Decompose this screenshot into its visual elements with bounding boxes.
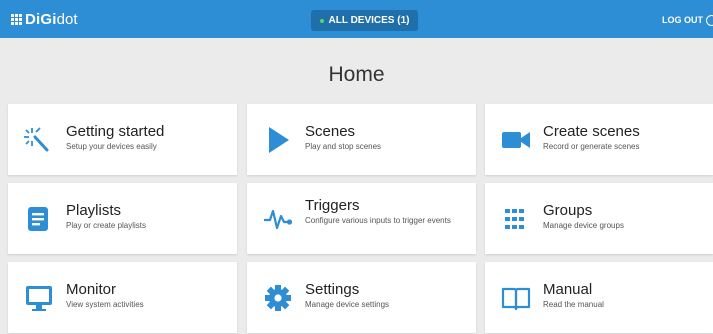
grid-icon — [501, 205, 531, 233]
card-title: Groups — [543, 202, 593, 219]
logo-grid-icon — [11, 13, 22, 25]
all-devices-label: ALL DEVICES (1) — [328, 15, 410, 26]
card-title: Scenes — [305, 123, 356, 140]
card-triggers[interactable]: Triggers Configure various inputs to tri… — [247, 183, 476, 254]
brand-logo[interactable]: DiGi dot — [11, 9, 78, 29]
card-subtitle: Manage device groups — [543, 221, 624, 230]
card-subtitle: Setup your devices easily — [66, 142, 157, 151]
book-icon — [501, 284, 531, 312]
pulse-icon — [263, 205, 293, 233]
play-icon — [263, 126, 293, 154]
card-title: Triggers — [305, 197, 360, 214]
card-groups[interactable]: Groups Manage device groups — [485, 183, 713, 254]
card-subtitle: Read the manual — [543, 300, 604, 309]
card-title: Playlists — [66, 202, 122, 219]
video-camera-icon — [501, 126, 531, 154]
card-monitor[interactable]: Monitor View system activities — [8, 262, 237, 333]
card-playlists[interactable]: Playlists Play or create playlists — [8, 183, 237, 254]
gear-icon — [263, 284, 293, 312]
card-title: Monitor — [66, 281, 117, 298]
logout-label: LOG OUT — [662, 15, 703, 25]
card-title: Create scenes — [543, 123, 640, 140]
card-settings[interactable]: Settings Manage device settings — [247, 262, 476, 333]
brand-name-light: dot — [56, 10, 78, 28]
card-manual[interactable]: Manual Read the manual — [485, 262, 713, 333]
card-subtitle: Play and stop scenes — [305, 142, 382, 151]
top-bar: DiGi dot ALL DEVICES (1) LOG OUT — [0, 0, 713, 38]
card-scenes[interactable]: Scenes Play and stop scenes — [247, 104, 476, 175]
logout-button[interactable]: LOG OUT — [662, 10, 713, 30]
card-getting-started[interactable]: Getting started Setup your devices easil… — [8, 104, 237, 175]
all-devices-button[interactable]: ALL DEVICES (1) — [311, 10, 418, 31]
card-title: Getting started — [66, 123, 165, 140]
card-subtitle: Manage device settings — [305, 300, 390, 309]
card-subtitle: Play or create playlists — [66, 221, 147, 230]
magic-wand-icon — [24, 126, 54, 154]
card-subtitle: View system activities — [66, 300, 144, 309]
playlist-icon — [24, 205, 54, 233]
card-title: Settings — [305, 281, 360, 298]
page-title: Home — [328, 63, 385, 86]
monitor-icon — [24, 284, 54, 312]
card-subtitle: Record or generate scenes — [543, 142, 640, 151]
card-subtitle: Configure various inputs to trigger even… — [305, 216, 451, 225]
card-title: Manual — [543, 281, 593, 298]
card-create-scenes[interactable]: Create scenes Record or generate scenes — [485, 104, 713, 175]
logout-icon — [706, 14, 713, 26]
status-dot-icon — [319, 18, 324, 23]
brand-name-bold: DiGi — [25, 10, 57, 28]
